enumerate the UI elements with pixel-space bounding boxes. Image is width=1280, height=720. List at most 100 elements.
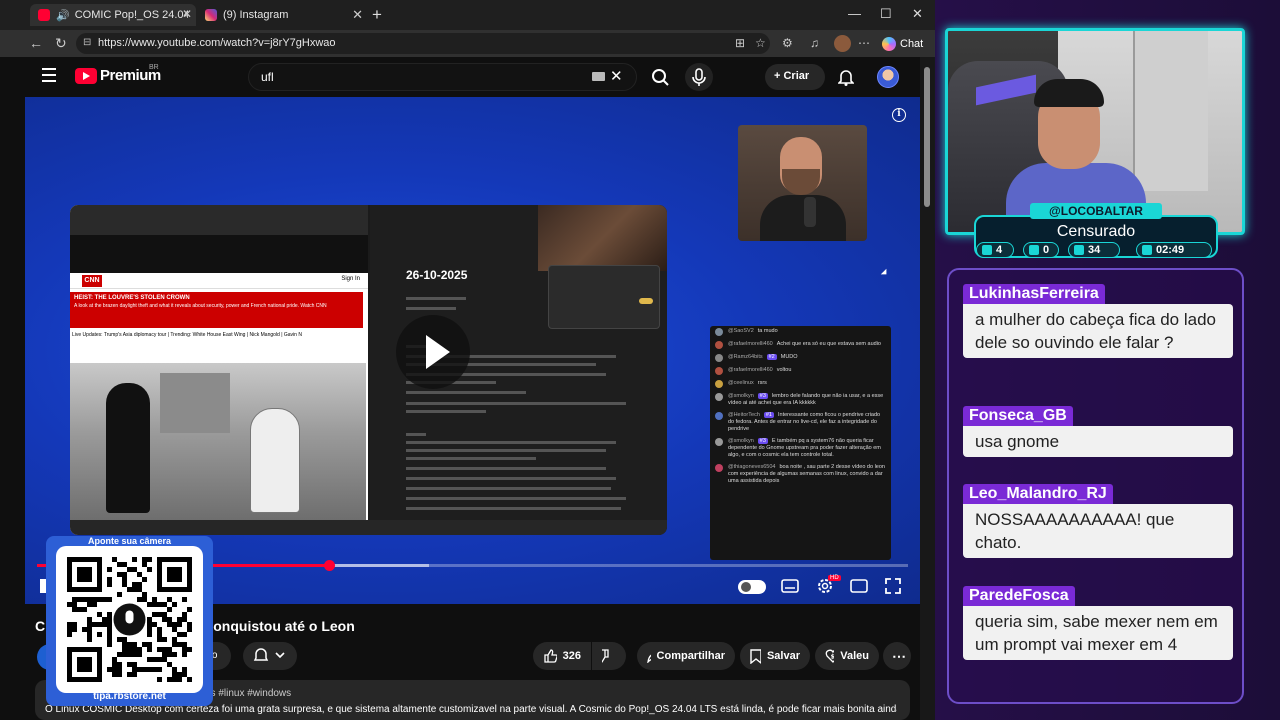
- qr-module: [167, 622, 172, 627]
- like-button[interactable]: 326: [533, 642, 591, 670]
- chat-text: usa gnome: [963, 426, 1233, 457]
- live-updates-ticker: Live Updates: Trump's Asia diplomacy tou…: [72, 332, 302, 338]
- play-button[interactable]: [396, 315, 470, 389]
- more-icon[interactable]: ⋯: [858, 36, 870, 50]
- cam-mic: [804, 197, 816, 227]
- qr-module: [107, 637, 112, 642]
- copilot-chat-button[interactable]: Chat: [882, 34, 923, 54]
- info-icon[interactable]: i: [892, 108, 906, 122]
- video-title-end: Conquistou até o Leon: [203, 618, 355, 634]
- stat-value: 34: [1088, 244, 1101, 256]
- mic-icon: [692, 68, 706, 86]
- qr-module: [162, 652, 167, 657]
- hashtags[interactable]: os #linux #windows: [205, 688, 291, 699]
- favorite-star-icon[interactable]: ☆: [755, 36, 766, 50]
- qr-module: [152, 657, 157, 662]
- new-tab-icon[interactable]: +: [372, 5, 382, 25]
- fullscreen-icon[interactable]: [885, 578, 901, 594]
- stat-value: 0: [1043, 244, 1050, 256]
- qr-module: [147, 642, 152, 647]
- qr-module: [187, 677, 192, 682]
- qr-module: [182, 617, 187, 622]
- speaker-icon[interactable]: 🔊: [56, 9, 70, 22]
- chat-text: queria sim, sabe mexer nem em um prompt …: [963, 606, 1233, 660]
- chat-avatar: [715, 341, 723, 349]
- inner-chat-message: @thiagoneves6504 boa noite , sau parte 2 …: [715, 464, 886, 485]
- qr-module: [172, 672, 177, 677]
- copilot-icon: [882, 37, 896, 51]
- qr-module: [82, 597, 87, 602]
- qr-module: [132, 667, 137, 672]
- maximize-icon[interactable]: ☐: [880, 6, 892, 22]
- site-info-icon[interactable]: ⊟: [83, 37, 91, 48]
- cam-body: [760, 195, 846, 241]
- inner-chat-message: @rafaelmorelli460 Achei que era só eu que…: [715, 341, 886, 349]
- qr-module: [107, 567, 112, 572]
- page-scrollbar[interactable]: [920, 57, 935, 720]
- notification-settings-button[interactable]: [243, 642, 297, 670]
- tab-youtube[interactable]: 🔊 COMIC Pop!_OS 24.04 LTS Co: [30, 4, 196, 26]
- stat-value: 4: [996, 244, 1003, 256]
- inner-toggle: [639, 298, 653, 304]
- share-label: Compartilhar: [656, 650, 725, 662]
- account-avatar[interactable]: [877, 66, 899, 88]
- qr-module: [107, 582, 112, 587]
- apps-icon[interactable]: ⊞: [735, 36, 745, 50]
- share-button[interactable]: Compartilhar: [637, 642, 735, 670]
- url-field[interactable]: ⊟ https://www.youtube.com/watch?v=j8rY7g…: [76, 33, 770, 54]
- video-player[interactable]: i CNN Sign In HEIST: THE LOUVRE'S STOLEN…: [25, 97, 920, 604]
- subtitles-icon[interactable]: [781, 579, 799, 593]
- notion-line: [406, 497, 626, 500]
- qr-module: [67, 627, 72, 632]
- qr-module: [117, 652, 122, 657]
- member-badge: #3: [757, 438, 768, 444]
- chat-avatar: [715, 354, 723, 362]
- qr-module: [142, 642, 147, 647]
- cnn-nav: CNN Sign In: [70, 273, 368, 289]
- thanks-button[interactable]: $ Valeu: [815, 642, 879, 670]
- youtube-logo-icon[interactable]: [75, 68, 97, 84]
- back-icon[interactable]: ←: [29, 35, 43, 51]
- close-tab-icon[interactable]: ✕: [352, 7, 363, 23]
- menu-icon[interactable]: [42, 68, 56, 86]
- scrollbar-thumb[interactable]: [924, 67, 930, 207]
- reload-icon[interactable]: ↻: [55, 35, 67, 52]
- inner-taskbar: [70, 520, 667, 535]
- voice-search-button[interactable]: [685, 63, 713, 91]
- qr-module: [132, 672, 137, 677]
- chat-text: NOSSAAAAAAAAAA! que chato.: [963, 504, 1233, 558]
- create-button[interactable]: + Criar: [765, 64, 825, 90]
- notion-line: [406, 307, 456, 310]
- theater-mode-icon[interactable]: [850, 579, 868, 593]
- more-actions-button[interactable]: ⋯: [883, 642, 911, 670]
- minimize-icon[interactable]: —: [848, 6, 861, 21]
- dislike-button[interactable]: [592, 642, 626, 670]
- profile-avatar[interactable]: [834, 35, 851, 52]
- qr-module: [102, 617, 107, 622]
- qr-module: [177, 642, 182, 647]
- qr-module: [172, 602, 177, 607]
- qr-module: [132, 567, 137, 572]
- notifications-bell-icon[interactable]: [838, 68, 854, 86]
- chat-username: @HeitorTech: [728, 412, 760, 418]
- inner-chat-message: @SaoSV2 ta mudo: [715, 328, 886, 336]
- search-input[interactable]: ufl ✕: [248, 63, 637, 91]
- qr-module: [87, 622, 92, 627]
- qr-module: [92, 597, 97, 602]
- tab-instagram[interactable]: (9) Instagram ✕: [197, 4, 369, 26]
- qr-module: [127, 567, 132, 572]
- search-button[interactable]: [637, 63, 682, 91]
- autoplay-toggle[interactable]: [738, 580, 766, 594]
- media-icon[interactable]: ♫: [810, 36, 819, 50]
- qr-module: [107, 612, 112, 617]
- close-window-icon[interactable]: ✕: [912, 6, 923, 22]
- save-button[interactable]: Salvar: [740, 642, 810, 670]
- clear-search-icon[interactable]: ✕: [610, 67, 623, 85]
- qr-module: [167, 662, 172, 667]
- close-tab-icon[interactable]: ✕: [182, 7, 192, 21]
- scrubber-handle[interactable]: [323, 560, 335, 571]
- qr-module: [162, 612, 167, 617]
- keyboard-icon[interactable]: [592, 72, 605, 81]
- qr-module: [107, 642, 112, 647]
- extensions-icon[interactable]: ⚙: [782, 36, 793, 50]
